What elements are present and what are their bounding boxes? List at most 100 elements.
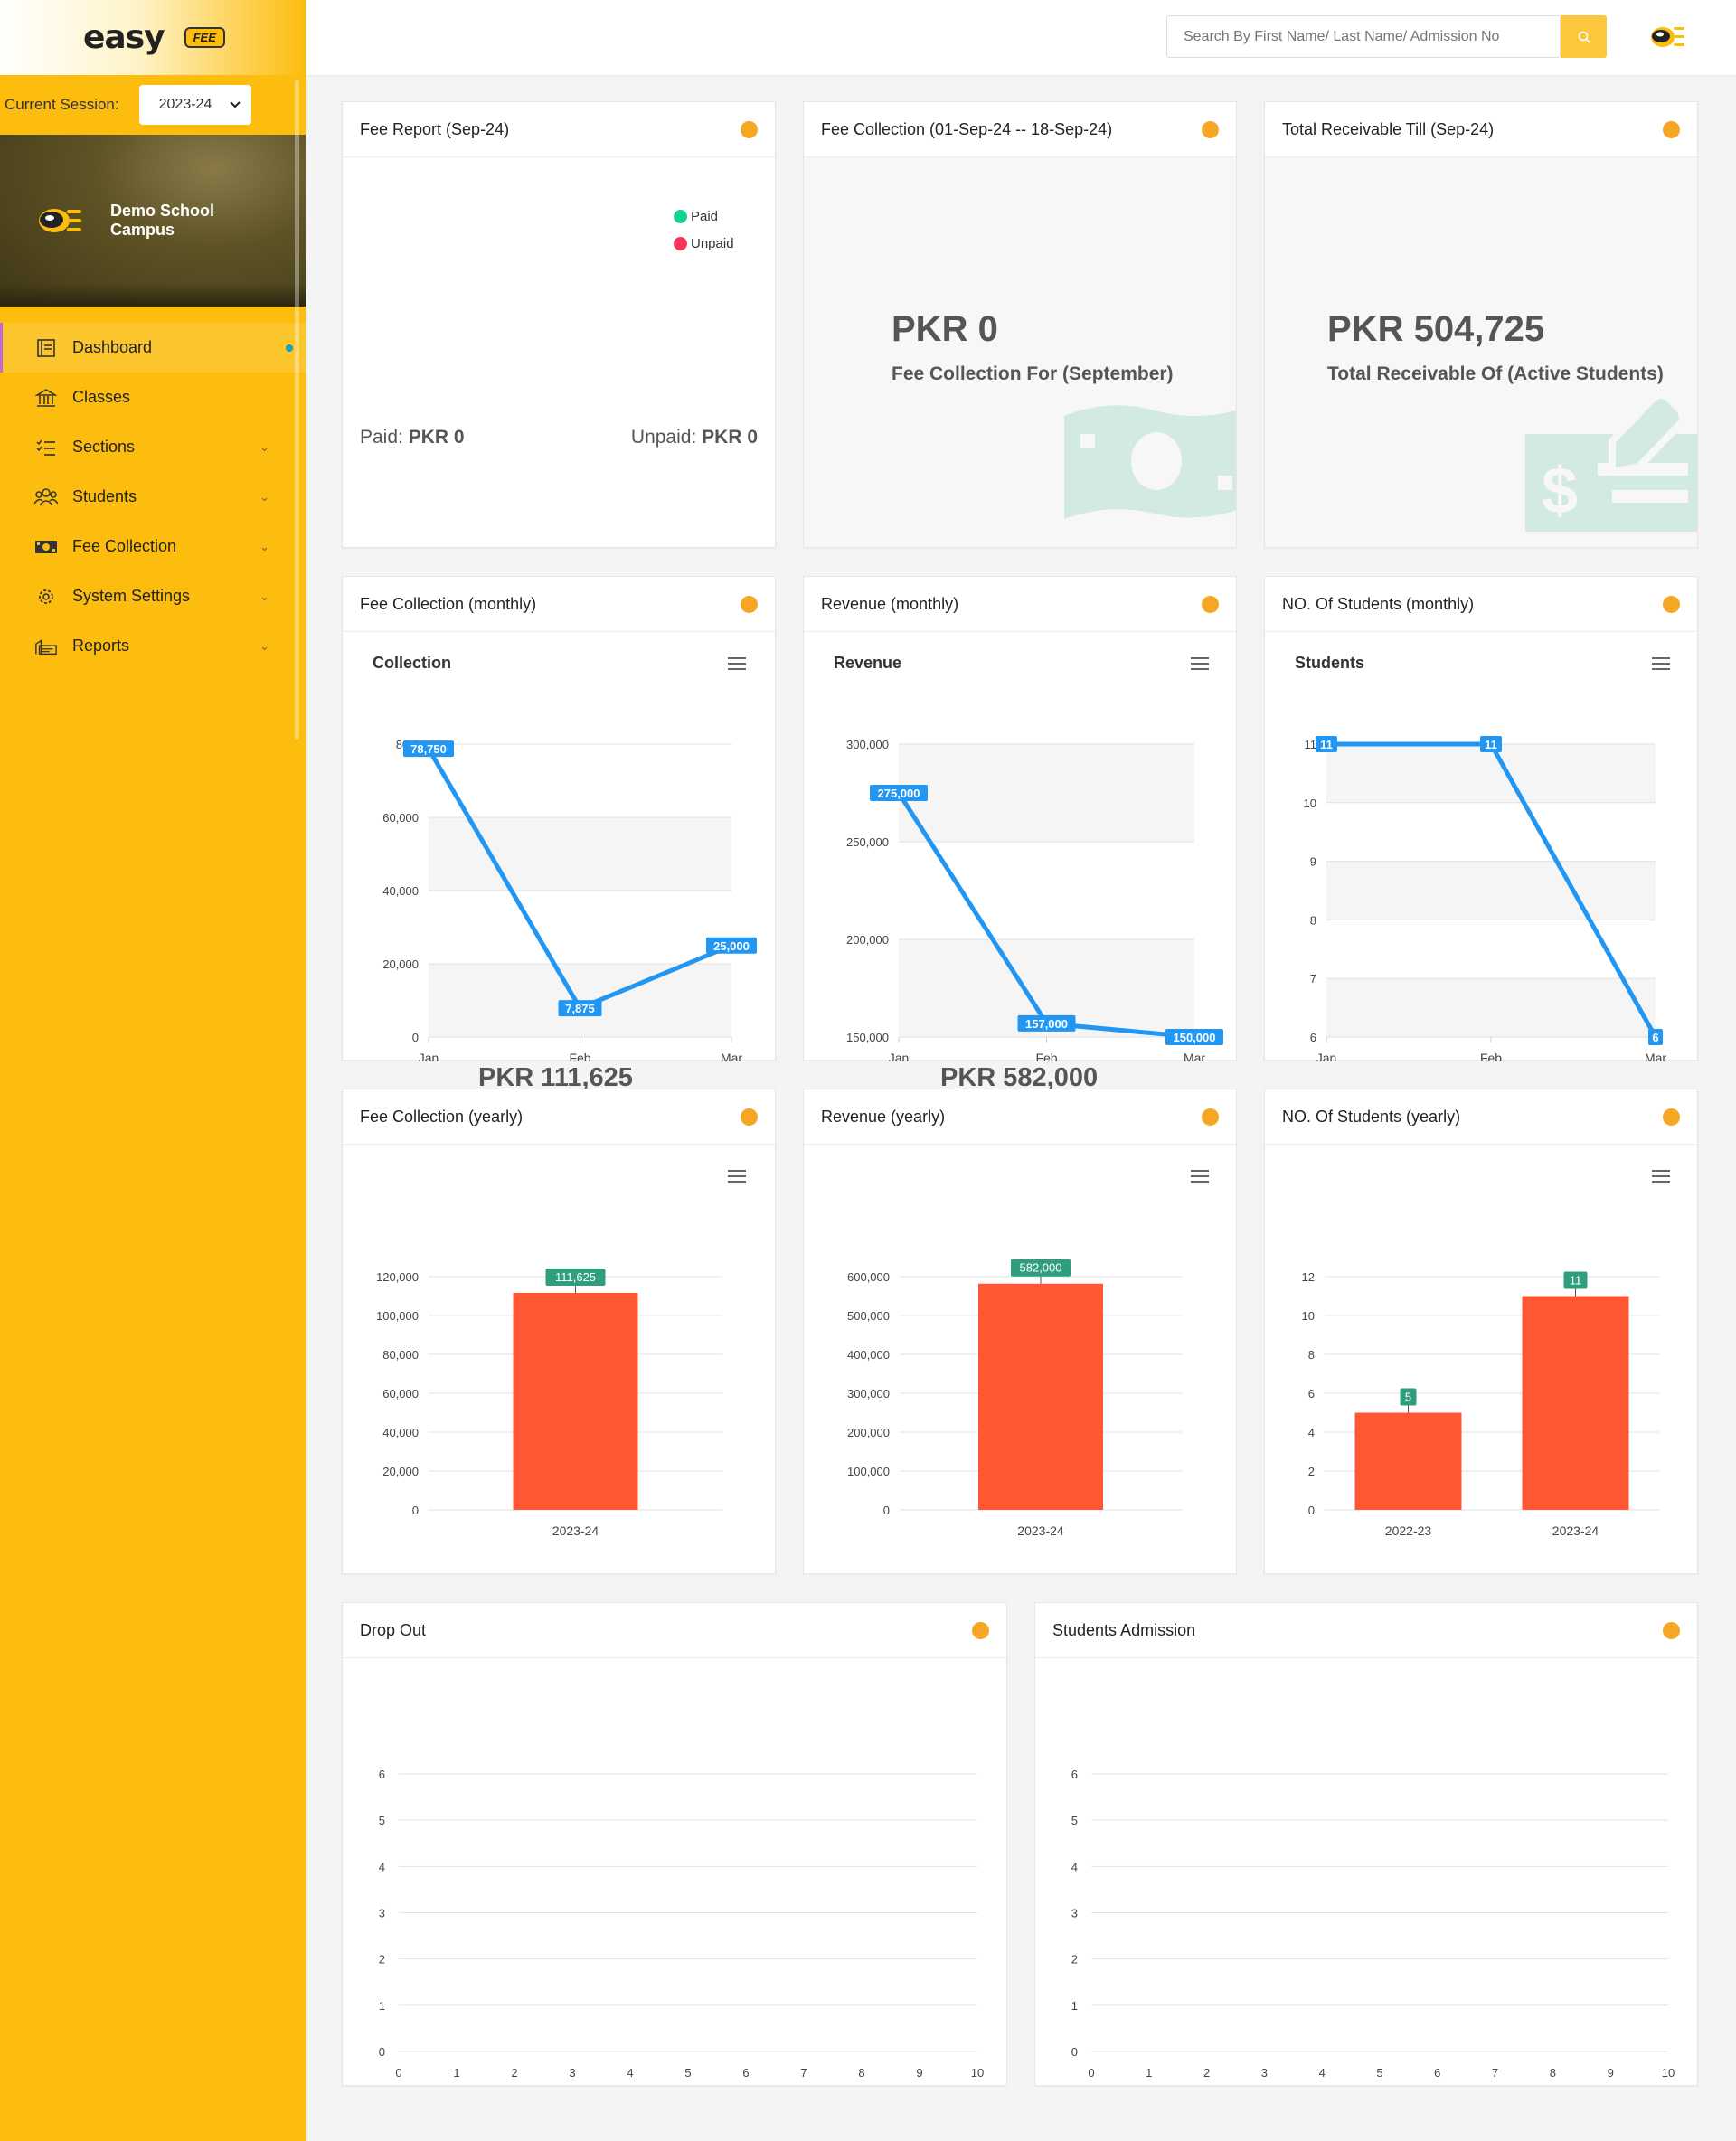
x-tick-label: 2 bbox=[1203, 2066, 1210, 2080]
sidebar-scrollbar[interactable] bbox=[295, 80, 299, 740]
card-title: Revenue (yearly) bbox=[821, 1107, 946, 1126]
chevron-down-icon: ⌄ bbox=[259, 539, 269, 553]
revenue-monthly-card: Revenue (monthly) Revenue 150,000 200,000… bbox=[803, 576, 1237, 1061]
card-title: Fee Collection (01-Sep-24 -- 18-Sep-24) bbox=[821, 119, 1113, 138]
search-button[interactable] bbox=[1561, 15, 1607, 58]
revenue-yearly-card: Revenue (yearly) 0 100,000 200,000 300,000 4… bbox=[803, 1089, 1237, 1574]
card-title: Revenue (monthly) bbox=[821, 594, 959, 613]
card-header: Fee Report (Sep-24) bbox=[343, 102, 775, 157]
x-tick-label: 6 bbox=[742, 2066, 749, 2080]
unpaid-label: Unpaid: bbox=[630, 427, 697, 448]
sidebar-item-fee-collection[interactable]: Fee Collection ⌄ bbox=[0, 522, 306, 571]
y-tick-label: 80,000 bbox=[382, 1348, 419, 1362]
search-box[interactable] bbox=[1166, 15, 1561, 58]
y-tick-label: 0 bbox=[1308, 1504, 1315, 1517]
y-tick-label: 0 bbox=[412, 1031, 419, 1044]
sidebar-item-sections[interactable]: Sections ⌄ bbox=[0, 422, 306, 472]
sections-icon bbox=[34, 437, 58, 458]
y-tick-label: 6 bbox=[1310, 1031, 1316, 1044]
sidebar-item-system-settings[interactable]: System Settings ⌄ bbox=[0, 571, 306, 621]
card-title: Students Admission bbox=[1052, 1620, 1196, 1639]
card-title: Fee Report (Sep-24) bbox=[360, 119, 510, 138]
sidebar-item-label: Sections bbox=[72, 438, 136, 456]
x-tick-label: 10 bbox=[971, 2066, 984, 2080]
data-label: 6 bbox=[1652, 1031, 1658, 1044]
status-dot bbox=[1663, 121, 1680, 138]
x-tick-label: 2023-24 bbox=[1017, 1523, 1064, 1538]
fee-monthly-card: Fee Collection (monthly) Collection 0 20,… bbox=[342, 576, 776, 1061]
y-tick-label: 400,000 bbox=[847, 1348, 890, 1362]
y-tick-label: 12 bbox=[1302, 1270, 1315, 1284]
bar bbox=[1354, 1412, 1462, 1510]
legend-paid[interactable]: Paid bbox=[674, 209, 718, 224]
sidebar-item-label: System Settings bbox=[72, 587, 191, 605]
x-tick-label: 7 bbox=[1492, 2066, 1498, 2080]
y-tick-label: 4 bbox=[1308, 1426, 1315, 1439]
y-tick-label: 250,000 bbox=[846, 835, 889, 849]
y-tick-label: 500,000 bbox=[847, 1309, 890, 1323]
status-dot bbox=[1202, 121, 1219, 138]
x-tick-label: 1 bbox=[453, 2066, 459, 2080]
card-header: Students Admission bbox=[1035, 1603, 1697, 1658]
bar bbox=[1522, 1296, 1629, 1510]
app-logo[interactable]: easy FEE bbox=[0, 0, 306, 75]
y-tick-label: 3 bbox=[379, 1907, 385, 1920]
status-dot bbox=[1202, 1108, 1219, 1126]
y-tick-label: 300,000 bbox=[846, 738, 889, 751]
x-tick-label: 2023-24 bbox=[552, 1523, 599, 1538]
data-label: 275,000 bbox=[878, 787, 920, 800]
y-tick-label: 0 bbox=[412, 1504, 419, 1517]
user-logo-icon[interactable] bbox=[1650, 21, 1686, 53]
x-tick-label: Jan bbox=[419, 1051, 439, 1061]
y-tick-label: 100,000 bbox=[376, 1309, 419, 1323]
y-tick-label: 40,000 bbox=[382, 884, 419, 898]
x-tick-label: 0 bbox=[395, 2066, 401, 2080]
svg-text:$: $ bbox=[1542, 455, 1578, 527]
sidebar-item-label: Classes bbox=[72, 388, 131, 406]
school-banner: Demo School Campus bbox=[0, 135, 306, 307]
students-yearly-chart: 0 2 4 6 8 10 12 5 2022-23 11 2023-24 bbox=[1302, 1270, 1659, 1538]
unpaid-summary: Unpaid: PKR 0 bbox=[631, 427, 758, 448]
bar-value-label: 582,000 bbox=[1020, 1261, 1062, 1275]
sidebar-item-students[interactable]: Students ⌄ bbox=[0, 472, 306, 522]
sidebar-item-label: Dashboard bbox=[72, 338, 153, 356]
card-title: NO. Of Students (yearly) bbox=[1282, 1107, 1461, 1126]
x-tick-label: 7 bbox=[800, 2066, 807, 2080]
y-tick-label: 200,000 bbox=[847, 1426, 890, 1439]
y-tick-label: 5 bbox=[379, 1814, 385, 1827]
card-title: NO. Of Students (monthly) bbox=[1282, 594, 1475, 613]
x-tick-label: Feb bbox=[569, 1051, 590, 1061]
bar bbox=[978, 1283, 1103, 1510]
x-tick-label: 9 bbox=[916, 2066, 922, 2080]
card-title: Fee Collection (monthly) bbox=[360, 594, 537, 613]
card-header: Revenue (monthly) bbox=[804, 577, 1236, 632]
y-tick-label: 150,000 bbox=[846, 1031, 889, 1044]
sidebar-item-reports[interactable]: Reports ⌄ bbox=[0, 621, 306, 671]
students-admission-chart: 0 1 2 3 4 5 6 0 1 2 3 4 5 6 7 8 9 10 bbox=[1071, 1768, 1675, 2080]
y-tick-label: 120,000 bbox=[376, 1270, 419, 1284]
card-header: NO. Of Students (monthly) bbox=[1265, 577, 1697, 632]
logo-badge: FEE bbox=[184, 27, 225, 48]
paid-legend-dot bbox=[674, 210, 687, 223]
y-tick-label: 1 bbox=[379, 1999, 385, 2013]
sidebar-item-label: Students bbox=[72, 487, 137, 505]
fee-collection-card: Fee Collection (01-Sep-24 -- 18-Sep-24) … bbox=[803, 101, 1237, 548]
session-select[interactable]: 2023-24 bbox=[138, 85, 251, 125]
x-tick-label: 6 bbox=[1434, 2066, 1440, 2080]
data-label: 78,750 bbox=[410, 742, 447, 756]
fee-collection-icon bbox=[34, 536, 58, 558]
card-header: NO. Of Students (yearly) bbox=[1265, 1089, 1697, 1145]
status-dot bbox=[1663, 1622, 1680, 1639]
fee-collection-value: PKR 0 bbox=[892, 309, 998, 349]
school-name: Demo School Campus bbox=[110, 202, 215, 239]
sidebar-item-classes[interactable]: Classes bbox=[0, 373, 306, 422]
search-input[interactable] bbox=[1167, 16, 1560, 57]
legend-unpaid[interactable]: Unpaid bbox=[674, 236, 734, 251]
students-icon bbox=[34, 486, 58, 508]
x-tick-label: Feb bbox=[1480, 1051, 1502, 1061]
card-header: Revenue (yearly) bbox=[804, 1089, 1236, 1145]
y-tick-label: 5 bbox=[1071, 1814, 1078, 1827]
sidebar-item-dashboard[interactable]: Dashboard bbox=[0, 323, 306, 373]
x-tick-label: 5 bbox=[1376, 2066, 1382, 2080]
chevron-down-icon: ⌄ bbox=[259, 638, 269, 653]
